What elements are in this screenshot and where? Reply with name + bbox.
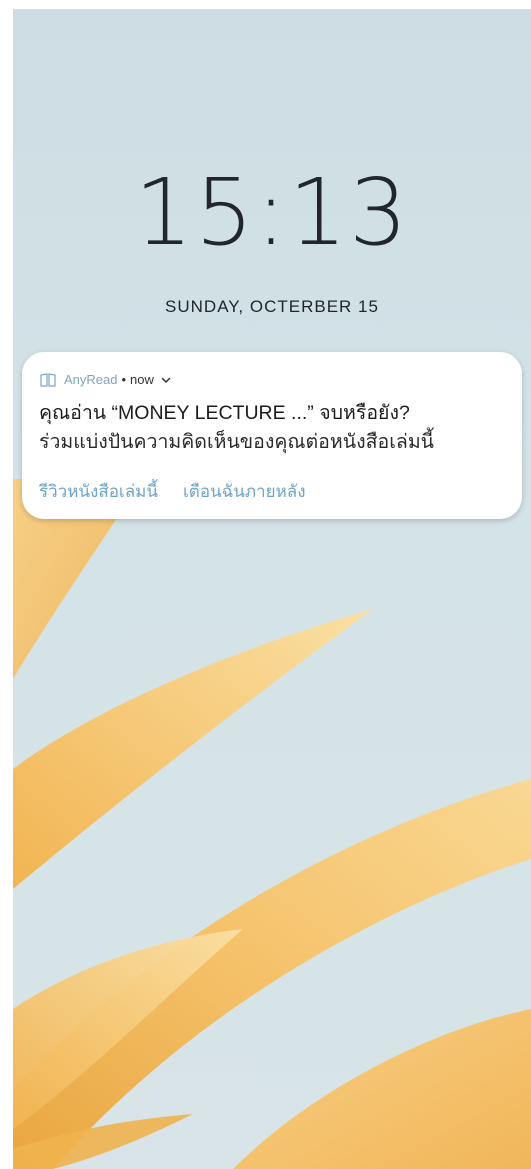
remind-later-button[interactable]: เตือนฉันภายหลัง: [183, 478, 306, 505]
lockscreen-date: SUNDAY, OCTERBER 15: [165, 297, 379, 316]
lockscreen-clock: 15:13: [134, 159, 410, 266]
notification-app-name: AnyRead: [64, 372, 118, 387]
notification-card[interactable]: AnyRead • now คุณอ่าน “MONEY LECTURE ...…: [22, 352, 522, 519]
notification-title: คุณอ่าน “MONEY LECTURE ...” จบหรือยัง?: [39, 402, 410, 424]
chevron-down-icon[interactable]: [160, 374, 172, 386]
book-icon: [40, 372, 56, 387]
notification-body: ร่วมแบ่งปันความคิดเห็นของคุณต่อหนังสือเล…: [39, 431, 434, 453]
review-book-button[interactable]: รีวิวหนังสือเล่มนี้: [39, 478, 158, 505]
notification-header: AnyRead • now: [40, 372, 172, 387]
notification-timestamp: now: [130, 372, 154, 387]
notification-actions: รีวิวหนังสือเล่มนี้ เตือนฉันภายหลัง: [39, 478, 306, 505]
lock-screen: 15:13 SUNDAY, OCTERBER 15 AnyRead • now …: [13, 9, 531, 1169]
header-separator: •: [121, 372, 127, 387]
